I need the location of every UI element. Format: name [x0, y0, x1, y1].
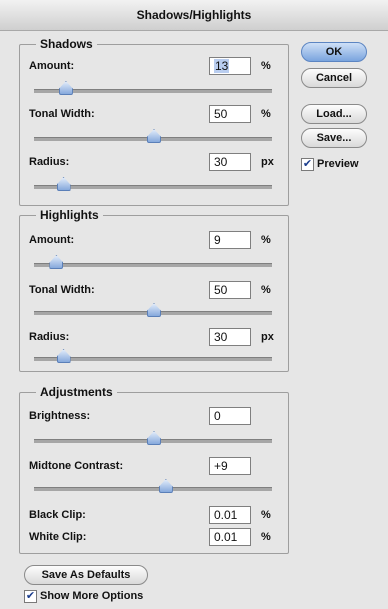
- highlights-tonal-width-field[interactable]: 50: [209, 281, 251, 299]
- save-as-defaults-button[interactable]: Save As Defaults: [24, 565, 148, 585]
- adjustments-legend: Adjustments: [36, 385, 117, 399]
- highlights-amount-thumb[interactable]: [49, 255, 64, 269]
- highlights-radius-thumb[interactable]: [56, 349, 71, 363]
- midtone-contrast-slider[interactable]: [34, 479, 272, 493]
- midtone-contrast-field[interactable]: +9: [209, 457, 251, 475]
- shadows-tonal-width-slider[interactable]: [34, 129, 272, 143]
- shadows-tonal-width-label: Tonal Width:: [29, 108, 95, 120]
- shadows-legend: Shadows: [36, 37, 97, 51]
- brightness-label: Brightness:: [29, 410, 91, 422]
- shadows-amount-slider[interactable]: [34, 81, 272, 95]
- preview-checkbox[interactable]: ✔: [301, 158, 314, 171]
- black-clip-unit: %: [261, 509, 271, 521]
- white-clip-label: White Clip:: [29, 531, 87, 543]
- shadows-radius-thumb[interactable]: [56, 177, 71, 191]
- shadows-tonal-width-unit: %: [261, 108, 271, 120]
- black-clip-label: Black Clip:: [29, 509, 86, 521]
- save-button[interactable]: Save...: [301, 128, 367, 148]
- shadows-highlights-dialog: Shadows/Highlights Shadows Amount: 13 % …: [0, 0, 388, 609]
- brightness-field[interactable]: 0: [209, 407, 251, 425]
- shadows-radius-slider[interactable]: [34, 177, 272, 191]
- shadows-amount-label: Amount:: [29, 60, 75, 72]
- adjustments-group: Adjustments Brightness: 0 Midtone Contra…: [19, 385, 289, 554]
- shadows-amount-thumb[interactable]: [58, 81, 73, 95]
- show-more-options-checkbox[interactable]: ✔: [24, 590, 37, 603]
- ok-button[interactable]: OK: [301, 42, 367, 62]
- preview-label: Preview: [317, 158, 359, 170]
- highlights-amount-unit: %: [261, 234, 271, 246]
- highlights-radius-field[interactable]: 30: [209, 328, 251, 346]
- highlights-radius-label: Radius:: [29, 331, 70, 343]
- brightness-slider[interactable]: [34, 431, 272, 445]
- shadows-radius-field[interactable]: 30: [209, 153, 251, 171]
- highlights-tonal-width-unit: %: [261, 284, 271, 296]
- load-button[interactable]: Load...: [301, 104, 367, 124]
- highlights-amount-field[interactable]: 9: [209, 231, 251, 249]
- shadows-tonal-width-field[interactable]: 50: [209, 105, 251, 123]
- shadows-tonal-width-thumb[interactable]: [147, 129, 161, 143]
- window-title: Shadows/Highlights: [0, 0, 388, 31]
- show-more-options-label: Show More Options: [40, 590, 144, 602]
- midtone-contrast-thumb[interactable]: [158, 479, 173, 493]
- cancel-button[interactable]: Cancel: [301, 68, 367, 88]
- highlights-radius-unit: px: [261, 331, 274, 343]
- shadows-group: Shadows Amount: 13 % Tonal Width: 50 % R…: [19, 37, 289, 206]
- shadows-amount-unit: %: [261, 60, 271, 72]
- highlights-amount-slider[interactable]: [34, 255, 272, 269]
- highlights-tonal-width-thumb[interactable]: [147, 303, 161, 317]
- brightness-thumb[interactable]: [147, 431, 161, 445]
- highlights-group: Highlights Amount: 9 % Tonal Width: 50 %…: [19, 208, 289, 372]
- highlights-amount-label: Amount:: [29, 234, 75, 246]
- shadows-radius-unit: px: [261, 156, 274, 168]
- white-clip-field[interactable]: 0.01: [209, 528, 251, 546]
- highlights-legend: Highlights: [36, 208, 103, 222]
- shadows-radius-label: Radius:: [29, 156, 70, 168]
- highlights-radius-slider[interactable]: [34, 349, 272, 363]
- black-clip-field[interactable]: 0.01: [209, 506, 251, 524]
- highlights-tonal-width-label: Tonal Width:: [29, 284, 95, 296]
- white-clip-unit: %: [261, 531, 271, 543]
- midtone-contrast-label: Midtone Contrast:: [29, 460, 124, 472]
- shadows-amount-field[interactable]: 13: [209, 57, 251, 75]
- highlights-tonal-width-slider[interactable]: [34, 303, 272, 317]
